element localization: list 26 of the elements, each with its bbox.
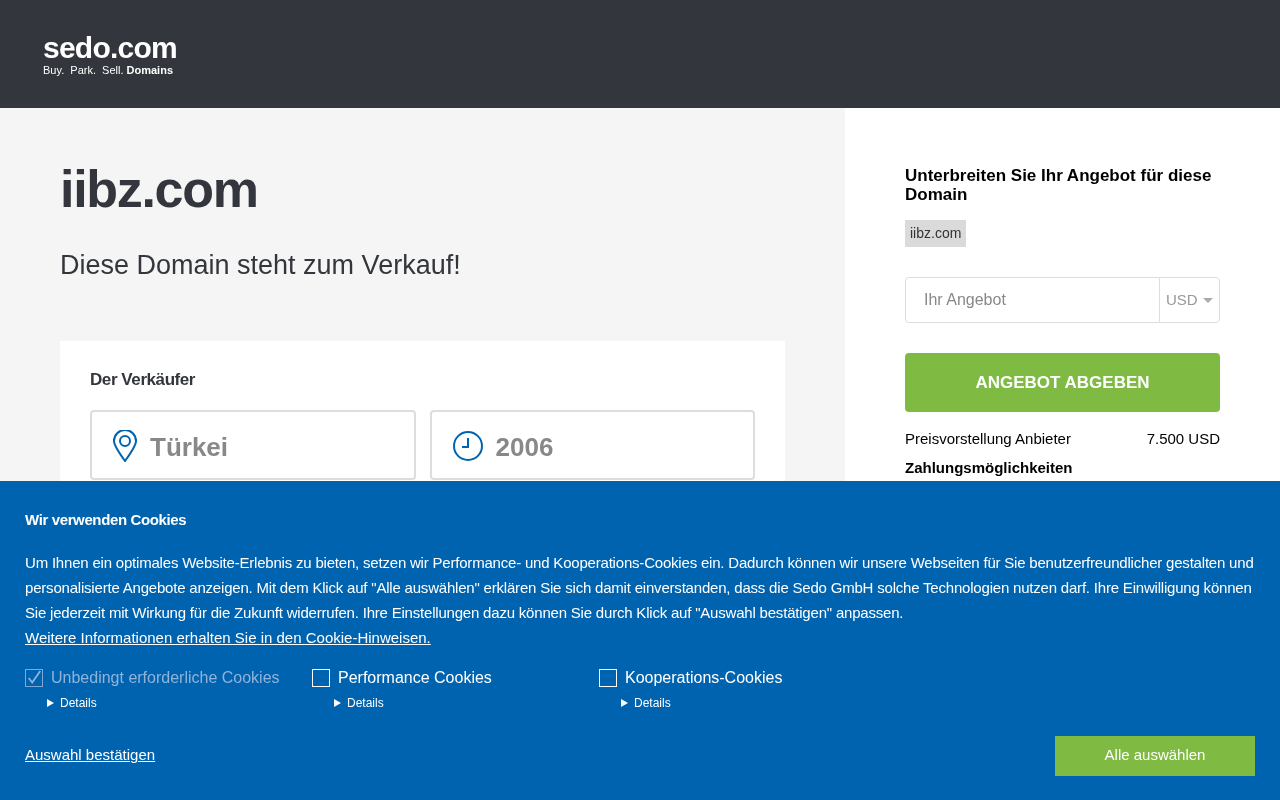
- cookie-text: Um Ihnen ein optimales Website-Erlebnis zu bieten, setzen wir Performance- und Kooperations-Cookies ein. Dadurch können wir unsere Webseiten für Sie benutzerfreundlicher gestalten und personalisierte Angebote anzeigen. Mit dem Klick auf "Alle auswählen" erklären Sie sich damit einverstanden, dass die Sedo GmbH solche Technologien nutzen darf. Ihre Einwilligung können Sie jederzeit mit Wirkung für die Zukunft widerrufen. Ihre Einstellungen dazu können Sie durch Klick auf "Auswahl bestätigen" anpassen.: [25, 552, 1255, 623]
- domain-tag: iibz.com: [905, 220, 967, 247]
- offer-heading: Unterbreiten Sie Ihr Angebot für diese Domain: [905, 166, 1213, 204]
- seller-heading: Der Verkäufer: [90, 368, 197, 391]
- confirm-selection-link[interactable]: Auswahl bestätigen: [25, 744, 156, 767]
- details-toggle[interactable]: Details: [621, 693, 886, 712]
- triangle-icon: [47, 698, 54, 707]
- checkbox-label: Unbedingt erforderliche Cookies: [51, 667, 280, 688]
- triangle-icon: [334, 698, 341, 707]
- price-label: Preisvorstellung Anbieter: [905, 429, 1071, 449]
- sedo-logo[interactable]: sedo.com Buy. Park. Sell. Domains: [43, 32, 178, 76]
- checkbox-label: Kooperations-Cookies: [625, 667, 783, 688]
- map-pin-icon: [112, 430, 138, 462]
- triangle-icon: [621, 698, 628, 707]
- details-toggle[interactable]: Details: [334, 693, 599, 712]
- cookie-heading: Wir verwenden Cookies: [25, 510, 188, 530]
- cookie-info-link[interactable]: Weitere Informationen erhalten Sie in den Cookie-Hinweisen.: [25, 624, 431, 650]
- clock-icon: [451, 430, 484, 462]
- caret-icon: [1203, 297, 1213, 303]
- subtitle: Diese Domain steht zum Verkauf!: [60, 249, 462, 282]
- seller-fact-text: Türkei: [150, 431, 229, 464]
- price-value: 7.500 USD: [1146, 429, 1220, 449]
- checkbox-label: Performance Cookies: [338, 667, 492, 688]
- domain-title: iibz.com: [60, 163, 259, 215]
- seller-fact-text: 2006: [495, 431, 554, 464]
- payment-heading: Zahlungsmöglichkeiten: [905, 458, 1074, 477]
